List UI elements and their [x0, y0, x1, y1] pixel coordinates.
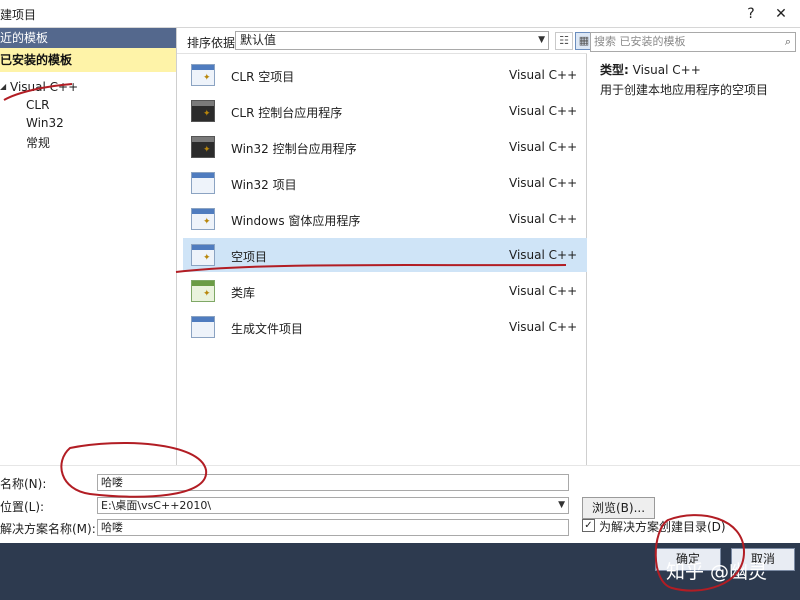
console-app-icon: ✦: [191, 100, 215, 122]
template-name: Windows 窗体应用程序: [231, 214, 361, 228]
tree-item-clr[interactable]: CLR: [26, 98, 49, 112]
sort-value: 默认值: [240, 33, 277, 47]
browse-button[interactable]: 浏览(B)...: [582, 497, 655, 519]
location-value: E:\桌面\vsC++2010\: [101, 499, 212, 512]
sort-toolbar: 排序依据: 默认值 ▼ ☷ ▦: [177, 28, 593, 54]
location-field[interactable]: E:\桌面\vsC++2010\ ▼: [97, 497, 569, 514]
title-bar: 建项目 ? ✕: [0, 0, 800, 28]
template-row[interactable]: 生成文件项目 Visual C++: [183, 310, 587, 344]
list-view-icon: ☷: [559, 34, 569, 47]
project-form: 名称(N): 哈喽 位置(L): E:\桌面\vsC++2010\ ▼ 浏览(B…: [0, 465, 800, 543]
sort-dropdown[interactable]: 默认值 ▼: [235, 31, 549, 50]
template-name: Win32 项目: [231, 178, 297, 192]
type-line: 类型: Visual C++: [600, 60, 768, 80]
template-row[interactable]: ✦ CLR 控制台应用程序 Visual C++: [183, 94, 587, 128]
template-language: Visual C++: [509, 176, 578, 190]
tree-collapse-icon[interactable]: ◢: [0, 82, 6, 91]
template-row[interactable]: Win32 项目 Visual C++: [183, 166, 587, 200]
create-directory-checkbox[interactable]: ✓: [582, 519, 595, 532]
search-placeholder: 搜索 已安装的模板: [594, 35, 686, 48]
installed-templates-header[interactable]: 已安装的模板: [0, 48, 176, 72]
type-value: Visual C++: [632, 63, 701, 77]
template-sidebar: 近的模板 已安装的模板 ◢ Visual C++ CLR Win32 常规: [0, 28, 177, 465]
template-language: Visual C++: [509, 68, 578, 82]
name-label: 名称(N):: [0, 477, 47, 491]
search-icon[interactable]: ⌕: [785, 33, 791, 51]
template-name: CLR 控制台应用程序: [231, 106, 343, 120]
dialog-footer: 确定 取消 知乎 @幽灵: [0, 543, 800, 600]
template-language: Visual C++: [509, 320, 578, 334]
form-app-icon: ✦: [191, 208, 215, 230]
template-name: 生成文件项目: [231, 322, 304, 336]
name-value: 哈喽: [101, 476, 123, 489]
sort-label: 排序依据:: [187, 36, 240, 50]
template-description: 用于创建本地应用程序的空项目: [600, 83, 769, 97]
name-field[interactable]: 哈喽: [97, 474, 569, 491]
template-search-input[interactable]: 搜索 已安装的模板 ⌕: [590, 32, 796, 52]
close-button[interactable]: ✕: [768, 2, 794, 26]
list-view-button[interactable]: ☷: [555, 32, 573, 50]
console-app-icon: ✦: [191, 136, 215, 158]
watermark-text: 知乎 @幽灵: [666, 561, 768, 583]
window-project-icon: [191, 172, 215, 194]
template-name: 空项目: [231, 250, 268, 264]
class-library-icon: ✦: [191, 280, 215, 302]
template-row[interactable]: ✦ CLR 空项目 Visual C++: [183, 58, 587, 92]
template-row[interactable]: ✦ Win32 控制台应用程序 Visual C++: [183, 130, 587, 164]
template-details: 类型: Visual C++ 用于创建本地应用程序的空项目: [600, 60, 768, 100]
template-language: Visual C++: [509, 212, 578, 226]
tree-item-general[interactable]: 常规: [26, 134, 50, 151]
create-directory-label: 为解决方案创建目录(D): [599, 520, 726, 534]
template-language: Visual C++: [509, 284, 578, 298]
dialog-title: 建项目: [0, 8, 37, 22]
help-button[interactable]: ?: [738, 2, 764, 26]
tree-item-visual-cpp[interactable]: Visual C++: [10, 80, 78, 94]
project-template-icon: ✦: [191, 64, 215, 86]
template-name: CLR 空项目: [231, 70, 295, 84]
solution-name-field[interactable]: 哈喽: [97, 519, 569, 536]
template-row-selected[interactable]: ✦ 空项目 Visual C++: [183, 238, 587, 272]
template-name: Win32 控制台应用程序: [231, 142, 357, 156]
template-list: ✦ CLR 空项目 Visual C++ ✦ CLR 控制台应用程序 Visua…: [177, 54, 587, 465]
type-label: 类型:: [600, 63, 629, 77]
solution-name-value: 哈喽: [101, 521, 123, 534]
template-language: Visual C++: [509, 140, 578, 154]
empty-project-icon: ✦: [191, 244, 215, 266]
detail-view-icon: ▦: [578, 34, 590, 47]
template-language: Visual C++: [509, 104, 578, 118]
template-name: 类库: [231, 286, 256, 300]
chevron-down-icon[interactable]: ▼: [558, 498, 565, 513]
solution-name-label: 解决方案名称(M):: [0, 522, 96, 536]
recent-templates-header[interactable]: 近的模板: [0, 28, 176, 48]
template-language: Visual C++: [509, 248, 578, 262]
location-label: 位置(L):: [0, 500, 45, 514]
tree-item-win32[interactable]: Win32: [26, 116, 64, 130]
template-row[interactable]: ✦ 类库 Visual C++: [183, 274, 587, 308]
template-row[interactable]: ✦ Windows 窗体应用程序 Visual C++: [183, 202, 587, 236]
chevron-down-icon: ▼: [538, 35, 545, 45]
makefile-project-icon: [191, 316, 215, 338]
